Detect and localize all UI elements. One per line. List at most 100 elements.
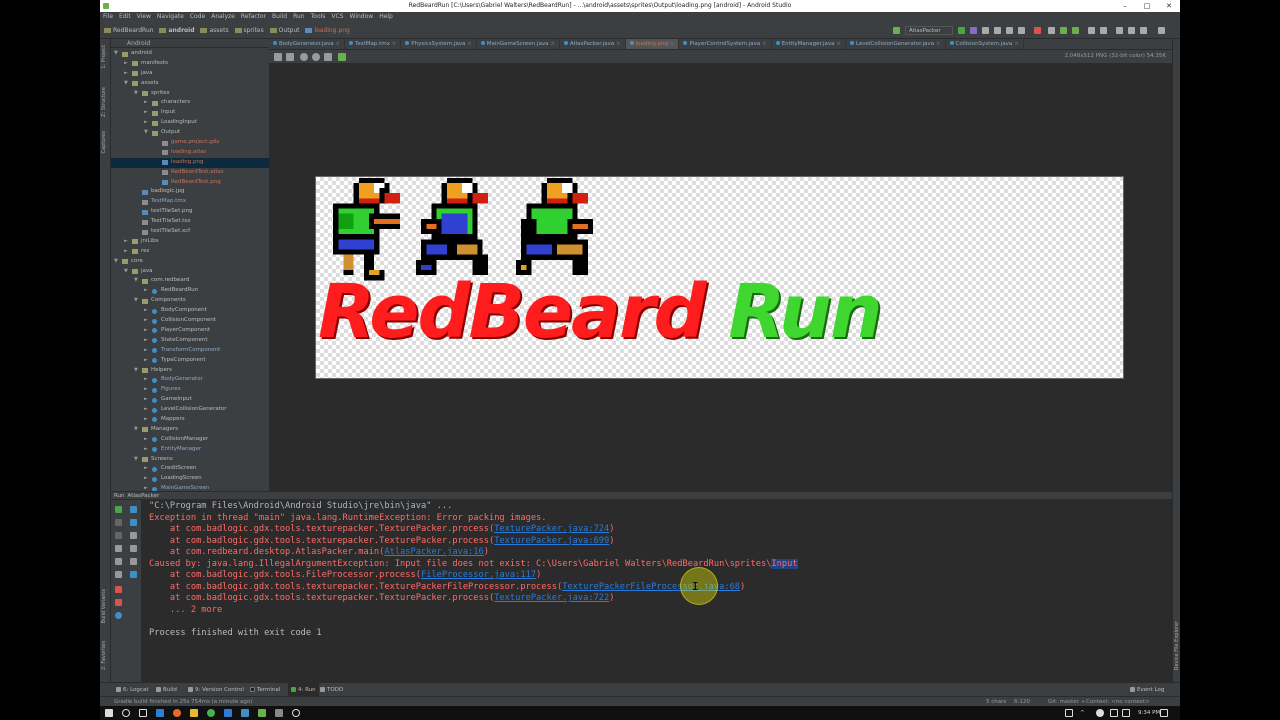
profile-icon[interactable] — [982, 27, 989, 34]
tree-item[interactable]: ▼ Managers — [111, 425, 269, 435]
collapsed-arrow-icon[interactable]: ► — [144, 336, 148, 346]
menu-build[interactable]: Build — [269, 12, 290, 22]
editor-tab[interactable]: AtlasPacker.java × — [560, 39, 626, 49]
people-icon[interactable] — [1065, 709, 1073, 717]
device-file-explorer-tab[interactable]: Device File Explorer — [1174, 621, 1180, 670]
attach-icon[interactable] — [994, 27, 1001, 34]
tree-item[interactable]: badlogic.jpg — [111, 187, 269, 197]
close-button[interactable]: ✕ — [1158, 0, 1180, 12]
menu-edit[interactable]: Edit — [116, 12, 134, 22]
editor-tab[interactable]: LevelCollisionGenerator.java × — [846, 39, 946, 49]
menu-navigate[interactable]: Navigate — [154, 12, 187, 22]
tree-item[interactable]: ► GameInput — [111, 395, 269, 405]
tree-item[interactable]: ► TypeComponent — [111, 356, 269, 366]
clear-all-icon[interactable] — [130, 571, 137, 578]
close-tab-icon[interactable]: × — [668, 41, 675, 47]
collapsed-arrow-icon[interactable]: ► — [144, 108, 148, 118]
stack-trace-link[interactable]: TexturePacker.java:722 — [494, 593, 609, 603]
scroll-down-icon[interactable] — [130, 519, 137, 526]
breadcrumb-item[interactable]: loading.png — [305, 26, 350, 36]
build-tab[interactable]: Build — [156, 683, 177, 697]
history-icon[interactable] — [1088, 27, 1095, 34]
tree-item[interactable]: ▼ assets — [111, 79, 269, 89]
volume-icon[interactable] — [1122, 709, 1130, 717]
tree-item[interactable]: ► EntityManager — [111, 445, 269, 455]
editor-tab[interactable]: EntityManager.java × — [772, 39, 846, 49]
collapsed-arrow-icon[interactable]: ► — [144, 484, 148, 491]
tree-item[interactable]: ▼ Components — [111, 296, 269, 306]
network-icon[interactable] — [1110, 709, 1118, 717]
clock[interactable]: 9:34 PM — [1138, 706, 1160, 720]
pause-output-icon[interactable] — [115, 532, 122, 539]
tree-item[interactable]: ► res — [111, 247, 269, 257]
context-indicator[interactable]: Context: <no context> — [1086, 697, 1150, 706]
zoom-in-icon[interactable] — [300, 53, 308, 61]
chessboard-toggle-icon[interactable] — [274, 53, 282, 61]
device-monitor-icon[interactable] — [1140, 27, 1147, 34]
stack-trace-link[interactable]: FileProcessor.java:117 — [421, 570, 536, 580]
collapsed-arrow-icon[interactable]: ► — [144, 474, 148, 484]
tree-item[interactable]: ► Mappers — [111, 415, 269, 425]
tree-item[interactable]: testTileSet.png — [111, 207, 269, 217]
expanded-arrow-icon[interactable]: ▼ — [124, 267, 128, 277]
tree-item[interactable]: ► CollisionManager — [111, 435, 269, 445]
tree-item[interactable]: ► characters — [111, 98, 269, 108]
expanded-arrow-icon[interactable]: ▼ — [144, 128, 148, 138]
soft-wrap-icon[interactable] — [130, 532, 137, 539]
editor-tab[interactable]: MainGameScreen.java × — [477, 39, 560, 49]
close-tab-icon[interactable]: × — [614, 41, 621, 47]
tree-item[interactable]: ► Input — [111, 108, 269, 118]
collapsed-arrow-icon[interactable]: ► — [124, 69, 128, 79]
cancel-icon[interactable] — [115, 599, 122, 606]
menu-analyze[interactable]: Analyze — [208, 12, 238, 22]
caret-position[interactable]: 6:120 — [1014, 697, 1030, 706]
task-view-icon[interactable] — [139, 709, 147, 717]
terminal-tab[interactable]: Terminal — [250, 683, 280, 697]
tree-item[interactable]: ▼ core — [111, 257, 269, 267]
expanded-arrow-icon[interactable]: ▼ — [134, 455, 138, 465]
tree-item[interactable]: RedBeardTest.atlas — [111, 168, 269, 178]
start-icon[interactable] — [105, 709, 113, 717]
tree-item[interactable]: ► MainGameScreen — [111, 484, 269, 491]
favorites-tool-tab[interactable]: 2: Favorites — [101, 641, 107, 670]
breadcrumb-item[interactable]: RedBeardRun — [104, 26, 154, 36]
expanded-arrow-icon[interactable]: ▼ — [134, 425, 138, 435]
close-tab-icon[interactable]: × — [334, 41, 340, 47]
tree-item[interactable]: ► LoadingScreen — [111, 474, 269, 484]
expanded-arrow-icon[interactable]: ▼ — [134, 276, 138, 286]
tree-item[interactable]: loading.png — [111, 157, 269, 168]
tree-item[interactable]: ► CreditScreen — [111, 464, 269, 474]
stack-trace-link[interactable]: TexturePacker.java:724 — [494, 524, 609, 534]
vcs-update-icon[interactable] — [1060, 27, 1067, 34]
stop-run-icon[interactable] — [115, 519, 122, 526]
collapsed-arrow-icon[interactable]: ► — [144, 464, 148, 474]
help-icon[interactable] — [115, 612, 122, 619]
maximize-button[interactable]: □ — [1136, 0, 1158, 12]
git-branch[interactable]: Git: master ÷ — [1048, 697, 1085, 706]
actual-size-icon[interactable] — [324, 53, 332, 61]
tree-item[interactable]: ▼ java — [111, 267, 269, 277]
cortana-icon[interactable] — [122, 709, 130, 717]
collapsed-arrow-icon[interactable]: ► — [144, 435, 148, 445]
build-variants-tool-tab[interactable]: Build Variants — [101, 589, 107, 623]
rerun-icon[interactable] — [115, 506, 122, 513]
breadcrumb-item[interactable]: assets — [200, 26, 229, 36]
tree-item[interactable]: RedBeardTest.png — [111, 178, 269, 188]
scroll-up-icon[interactable] — [130, 506, 137, 513]
collapsed-arrow-icon[interactable]: ► — [144, 286, 148, 296]
tree-item[interactable]: ► TransformComponent — [111, 346, 269, 356]
image-canvas[interactable]: RedBeard Run — [269, 64, 1172, 491]
menu-window[interactable]: Window — [347, 12, 377, 22]
collapsed-arrow-icon[interactable]: ► — [144, 415, 148, 425]
close-tab-icon[interactable]: × — [1012, 41, 1019, 47]
tree-item[interactable]: ► BodyGenerator — [111, 375, 269, 385]
close-tab-icon[interactable]: × — [390, 41, 397, 47]
menu-tools[interactable]: Tools — [308, 12, 329, 22]
editor-tab[interactable]: CollisionSystem.java × — [946, 39, 1024, 49]
close-tab-icon[interactable]: × — [760, 41, 767, 47]
menu-help[interactable]: Help — [376, 12, 396, 22]
expanded-arrow-icon[interactable]: ▼ — [134, 89, 138, 99]
tree-item[interactable]: ▼ Helpers — [111, 366, 269, 376]
grid-toggle-icon[interactable] — [286, 53, 294, 61]
restore-layout-icon[interactable] — [115, 571, 122, 578]
